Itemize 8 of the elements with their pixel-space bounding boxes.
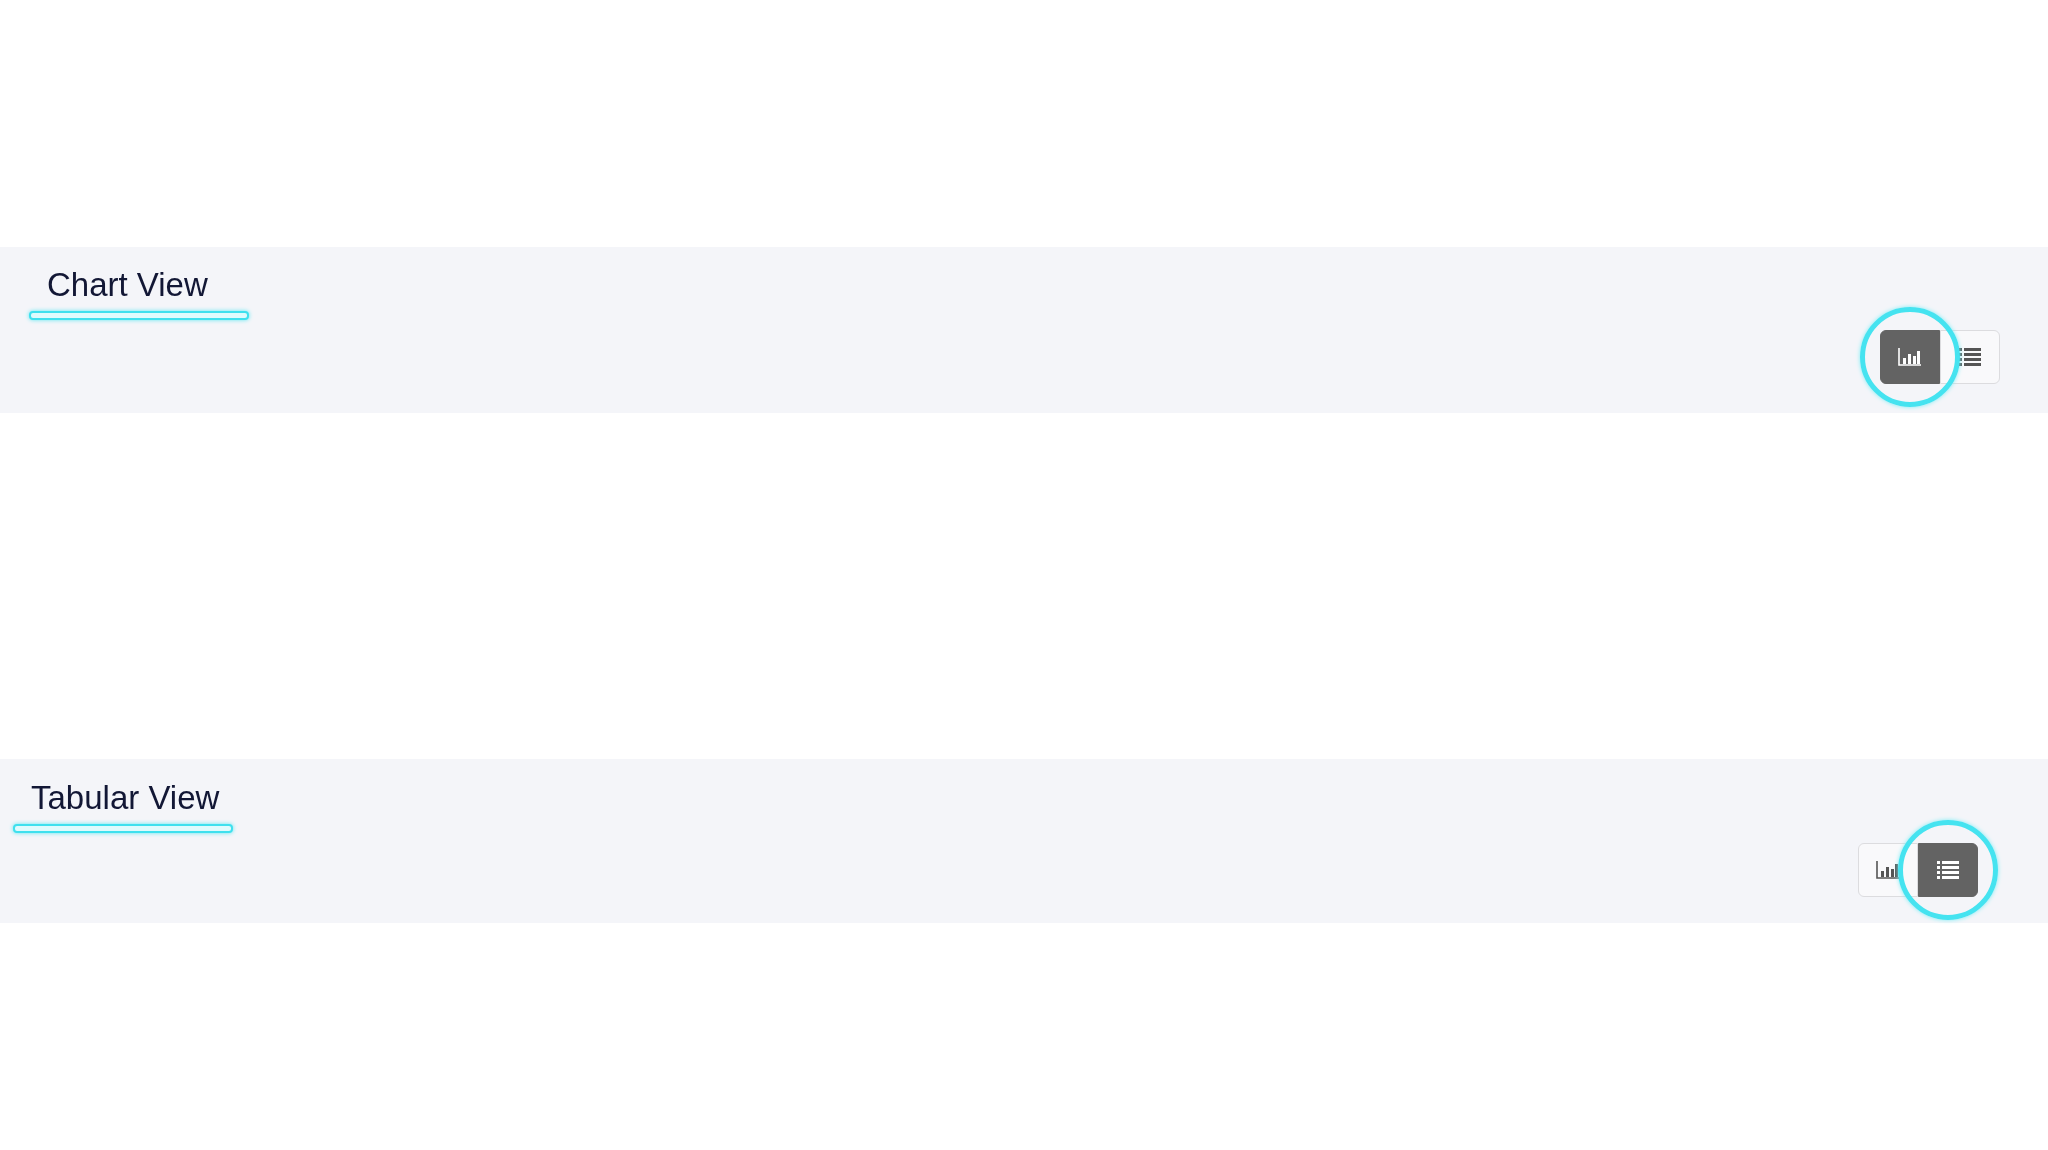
bar-chart-icon [1876,860,1900,880]
section-title: Chart View [47,265,208,305]
section-title: Tabular View [31,778,220,818]
list-icon [1958,347,1982,367]
chart-view-button[interactable] [1880,330,1940,384]
table-view-button[interactable] [1918,843,1978,897]
list-icon [1936,860,1960,880]
bar-chart-icon [1898,347,1922,367]
